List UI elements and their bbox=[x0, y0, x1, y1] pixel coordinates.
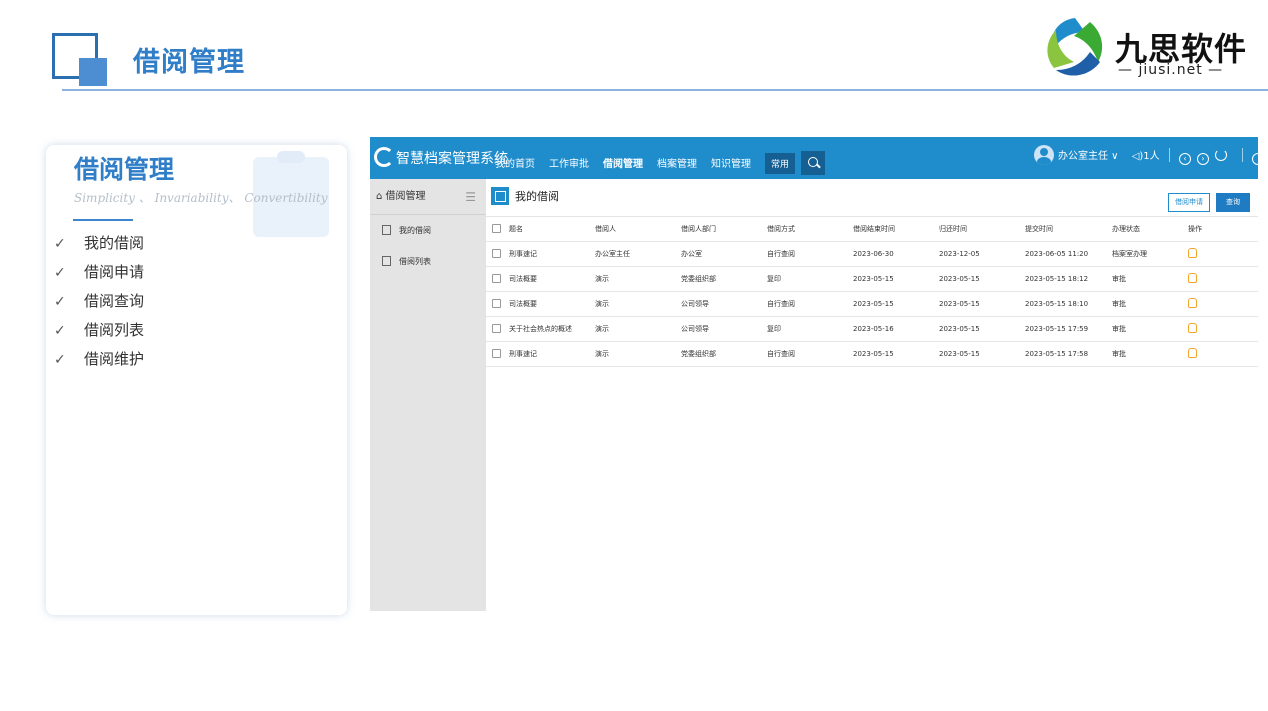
column-title: 题名 bbox=[486, 216, 595, 242]
row-checkbox[interactable] bbox=[492, 324, 501, 333]
feature-item: ✓ 借阅维护 bbox=[54, 345, 144, 374]
column-method: 借阅方式 bbox=[767, 216, 853, 242]
feature-item: ✓ 借阅列表 bbox=[54, 316, 144, 345]
view-action-icon[interactable] bbox=[1188, 348, 1197, 358]
user-area: 办公室主任 ∨ ◁)1人 ‹ › | bbox=[1034, 145, 1268, 165]
nav-approval[interactable]: 工作审批 bbox=[549, 155, 589, 170]
nav-archive[interactable]: 档案管理 bbox=[657, 155, 697, 170]
query-button[interactable]: 查询 bbox=[1216, 193, 1250, 212]
check-icon: ✓ bbox=[54, 323, 66, 339]
column-return-time: 归还时间 bbox=[939, 216, 1025, 242]
sidebar-header: ⌂ 借阅管理 ☰ bbox=[370, 179, 486, 215]
forward-icon[interactable]: › bbox=[1197, 153, 1210, 165]
nav-common[interactable]: 常用 bbox=[765, 153, 796, 174]
view-action-icon[interactable] bbox=[1188, 248, 1197, 258]
brand-logo-icon bbox=[374, 147, 394, 167]
check-icon: ✓ bbox=[54, 265, 66, 281]
table-row[interactable]: 刑事速记 演示 党委组织部 自行查阅 2023-05-15 2023-05-15… bbox=[486, 341, 1258, 367]
jiusi-logo-icon bbox=[1047, 18, 1103, 76]
card-title: 借阅管理 bbox=[74, 155, 175, 184]
app-topbar: 智慧档案管理系统 我的首页 工作审批 借阅管理 档案管理 知识管理 常用 办公室主任 ∨ … bbox=[370, 137, 1265, 179]
online-count: 1人 bbox=[1143, 151, 1160, 162]
feature-item: ✓ 借阅查询 bbox=[54, 287, 144, 316]
column-end-time: 借阅结束时间 bbox=[853, 216, 939, 242]
check-icon: ✓ bbox=[54, 294, 66, 310]
card-subtitle: Simplicity 、 Invariability、 Convertibili… bbox=[74, 191, 328, 205]
check-icon: ✓ bbox=[54, 236, 66, 252]
column-status: 办理状态 bbox=[1112, 216, 1188, 242]
feature-list: ✓ 我的借阅 ✓ 借阅申请 ✓ 借阅查询 ✓ 借阅列表 ✓ 借阅维护 bbox=[54, 229, 144, 374]
view-action-icon[interactable] bbox=[1188, 298, 1197, 308]
row-checkbox[interactable] bbox=[492, 349, 501, 358]
divider bbox=[1168, 148, 1170, 162]
divider bbox=[1242, 148, 1244, 162]
nav-knowledge[interactable]: 知识管理 bbox=[711, 155, 751, 170]
row-checkbox[interactable] bbox=[492, 249, 501, 258]
refresh-icon[interactable] bbox=[1215, 149, 1228, 161]
back-icon[interactable]: ‹ bbox=[1179, 153, 1192, 165]
slide: 借阅管理 九思软件 — jiusi.net — 借阅管理 Simplicity … bbox=[0, 0, 1268, 711]
menu-toggle-icon[interactable]: ☰ bbox=[465, 179, 476, 215]
column-submit-time: 提交时间 bbox=[1025, 216, 1112, 242]
table-row[interactable]: 刑事速记 办公室主任 办公室 自行查阅 2023-06-30 2023-12-0… bbox=[486, 241, 1258, 267]
row-checkbox[interactable] bbox=[492, 274, 501, 283]
avatar[interactable] bbox=[1034, 145, 1054, 165]
document-icon bbox=[382, 225, 391, 235]
table-row[interactable]: 司法概要 演示 党委组织部 复印 2023-05-15 2023-05-15 2… bbox=[486, 266, 1258, 292]
document-icon bbox=[382, 256, 391, 266]
speaker-icon: ◁) bbox=[1131, 151, 1144, 162]
table-row[interactable]: 司法概要 演示 公司领导 自行查阅 2023-05-15 2023-05-15 … bbox=[486, 291, 1258, 317]
power-icon[interactable]: | bbox=[1252, 153, 1265, 165]
view-action-icon[interactable] bbox=[1188, 273, 1197, 283]
feature-item: ✓ 我的借阅 bbox=[54, 229, 144, 258]
nav-borrow[interactable]: 借阅管理 bbox=[603, 155, 643, 170]
app-screenshot: 智慧档案管理系统 我的首页 工作审批 借阅管理 档案管理 知识管理 常用 办公室主任 ∨ … bbox=[370, 137, 1265, 611]
logo-domain: — jiusi.net — bbox=[1118, 62, 1224, 78]
company-logo: 九思软件 — jiusi.net — bbox=[1040, 10, 1250, 85]
header-divider bbox=[62, 89, 1268, 91]
column-action: 操作 bbox=[1188, 216, 1258, 242]
page-title: 借阅管理 bbox=[133, 47, 245, 78]
home-icon: ⌂ bbox=[376, 191, 383, 202]
check-icon: ✓ bbox=[54, 352, 66, 368]
content-title: 我的借阅 bbox=[491, 187, 559, 205]
feature-item: ✓ 借阅申请 bbox=[54, 258, 144, 287]
header-square-decoration bbox=[79, 58, 107, 86]
app-brand[interactable]: 智慧档案管理系统 bbox=[374, 147, 508, 168]
select-all-checkbox[interactable] bbox=[492, 224, 501, 233]
main-nav: 我的首页 工作审批 借阅管理 档案管理 知识管理 常用 bbox=[495, 151, 839, 175]
column-borrower: 借阅人 bbox=[595, 216, 681, 242]
search-icon[interactable] bbox=[801, 151, 826, 175]
card-title-underline bbox=[73, 219, 133, 221]
edit-icon bbox=[491, 187, 509, 205]
table-header: 题名 借阅人 借阅人部门 借阅方式 借阅结束时间 归还时间 提交时间 办理状态 … bbox=[486, 216, 1258, 242]
row-checkbox[interactable] bbox=[492, 299, 501, 308]
content-area: 我的借阅 借阅申请 查询 题名 借阅人 借阅人部门 借阅方式 借阅结束时间 归还… bbox=[486, 179, 1258, 611]
borrow-table: 题名 借阅人 借阅人部门 借阅方式 借阅结束时间 归还时间 提交时间 办理状态 … bbox=[486, 216, 1258, 367]
nav-home[interactable]: 我的首页 bbox=[495, 155, 535, 170]
apply-borrow-button[interactable]: 借阅申请 bbox=[1168, 193, 1210, 212]
table-row[interactable]: 关于社会热点的概述 演示 公司领导 复印 2023-05-16 2023-05-… bbox=[486, 316, 1258, 342]
sidebar-item-borrow-list[interactable]: 借阅列表 bbox=[370, 246, 486, 277]
view-action-icon[interactable] bbox=[1188, 323, 1197, 333]
feature-card: 借阅管理 Simplicity 、 Invariability、 Convert… bbox=[46, 145, 347, 615]
app-sidebar: ⌂ 借阅管理 ☰ 我的借阅 借阅列表 bbox=[370, 179, 486, 611]
column-department: 借阅人部门 bbox=[681, 216, 767, 242]
user-menu[interactable]: 办公室主任 ∨ bbox=[1058, 151, 1119, 162]
sidebar-item-my-borrow[interactable]: 我的借阅 bbox=[370, 215, 486, 246]
